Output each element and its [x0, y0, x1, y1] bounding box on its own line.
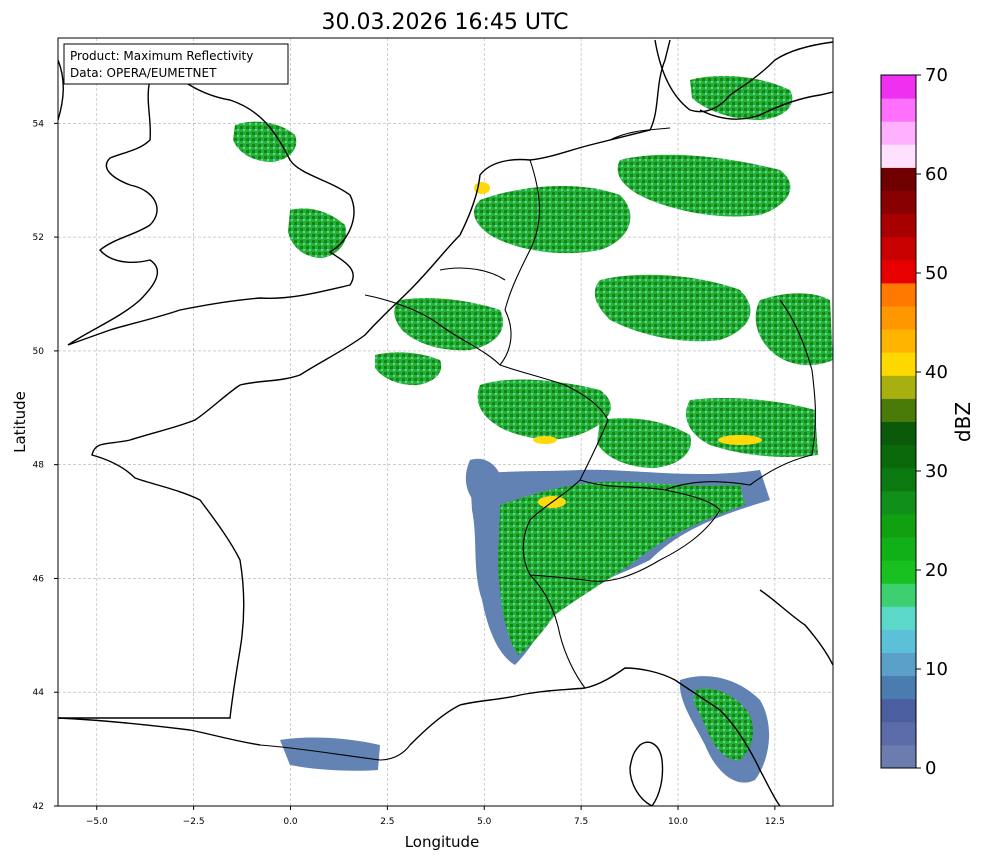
colorbar-tick-label: 20 [925, 560, 948, 581]
colorbar-segment [881, 721, 916, 746]
colorbar-segment [881, 421, 916, 446]
colorbar-tick-label: 40 [925, 362, 948, 383]
colorbar-segment [881, 190, 916, 215]
x-tick-label: 7.5 [574, 817, 588, 827]
colorbar-segment [881, 329, 916, 353]
radar-figure: 30.03.2026 16:45 UTC Product: Maximum Re… [11, 10, 975, 851]
colorbar-segment [881, 537, 916, 561]
colorbar-segment [881, 652, 916, 677]
colorbar-segment [881, 259, 916, 284]
colorbar-segment [881, 375, 916, 399]
colorbar-segment [881, 236, 916, 261]
colorbar-segment [881, 513, 916, 538]
colorbar-segment [881, 144, 916, 168]
y-tick-label: 42 [33, 802, 44, 812]
colorbar-tick-label: 0 [925, 758, 936, 779]
y-tick-label: 54 [33, 119, 45, 129]
colorbar-segment [881, 352, 916, 376]
info-source: Data: OPERA/EUMETNET [70, 66, 217, 80]
colorbar-segment [881, 583, 916, 607]
colorbar-segment [881, 698, 916, 723]
y-tick-label: 52 [33, 233, 44, 243]
x-tick-label: 0.0 [283, 817, 298, 827]
y-tick-label: 50 [33, 347, 45, 357]
colorbar-segment [881, 467, 916, 492]
colorbar-segment [881, 444, 916, 469]
colorbar-label: dBZ [951, 402, 975, 442]
info-product: Product: Maximum Reflectivity [70, 49, 253, 63]
colorbar-segment [881, 213, 916, 238]
y-axis-label: Latitude [11, 391, 29, 453]
colorbar: 0 10 20 30 40 50 60 70 [880, 65, 948, 779]
colorbar-segment [881, 606, 916, 630]
colorbar-segment [881, 398, 916, 422]
y-tick-label: 44 [33, 688, 45, 698]
echo-nrw-yellow [533, 436, 557, 444]
x-tick-label: 12.5 [765, 817, 785, 827]
y-tick-label: 46 [33, 574, 45, 584]
x-tick-label: 5.0 [477, 817, 492, 827]
colorbar-tick-label: 60 [925, 164, 948, 185]
colorbar-segment [881, 121, 916, 145]
x-tick-label: −5.0 [86, 817, 108, 827]
colorbar-segment [881, 675, 916, 700]
x-axis-label: Longitude [405, 833, 480, 851]
map-title: 30.03.2026 16:45 UTC [322, 10, 569, 35]
colorbar-segment [881, 629, 916, 653]
colorbar-segment [881, 744, 916, 769]
colorbar-tick-label: 30 [925, 461, 948, 482]
colorbar-segment [881, 98, 916, 122]
colorbar-tick-label: 70 [925, 65, 948, 86]
colorbar-segment [881, 306, 916, 330]
y-axis-ticks: 42 44 46 48 50 52 54 [33, 119, 58, 812]
x-tick-label: 10.0 [668, 817, 688, 827]
colorbar-segment [881, 560, 916, 584]
y-tick-label: 48 [33, 461, 45, 471]
x-tick-label: 2.5 [380, 817, 394, 827]
colorbar-segment [881, 490, 916, 515]
colorbar-tick-label: 50 [925, 263, 948, 284]
colorbar-tick-label: 10 [925, 659, 948, 680]
info-box: Product: Maximum Reflectivity Data: OPER… [63, 43, 289, 85]
x-axis-ticks: −5.0 −2.5 0.0 2.5 5.0 7.5 10.0 12.5 [86, 806, 785, 827]
echo-pyrenees [280, 737, 380, 771]
echo-bavaria-yellow [718, 435, 762, 445]
x-tick-label: −2.5 [183, 817, 205, 827]
colorbar-segment [881, 167, 916, 191]
colorbar-segment [881, 75, 916, 99]
colorbar-segment [881, 282, 916, 307]
